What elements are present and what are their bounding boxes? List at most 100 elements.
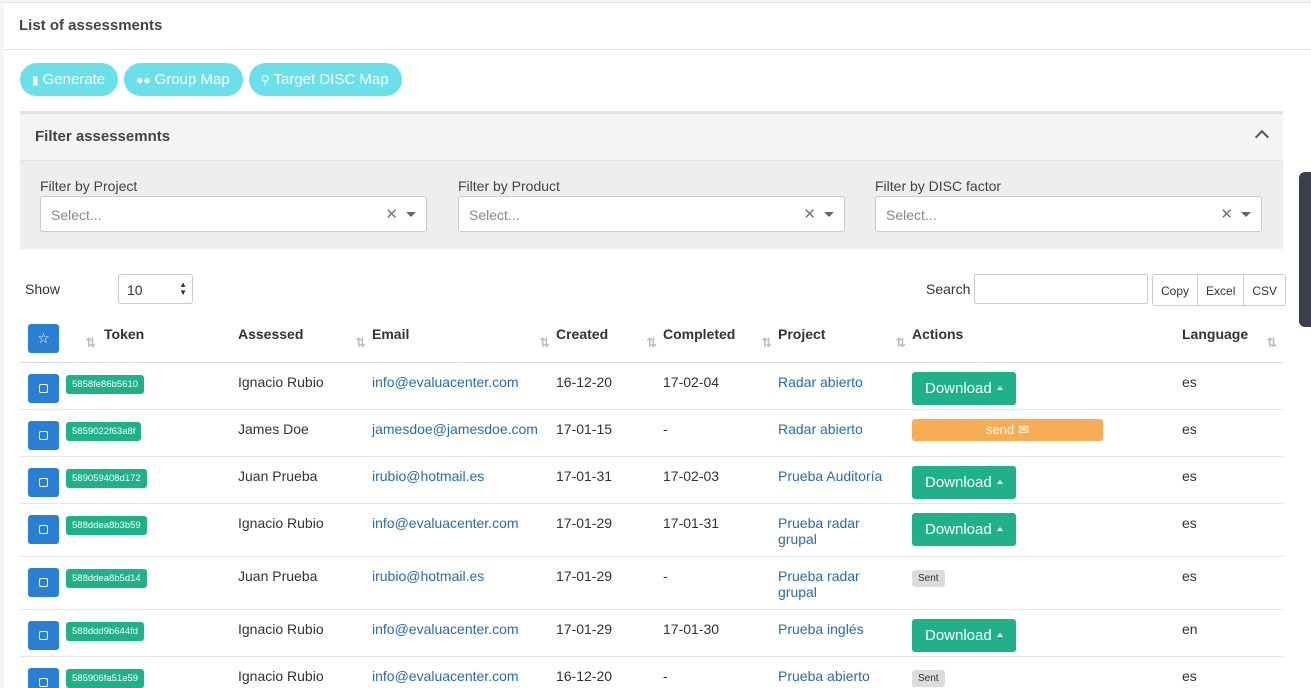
sort-icon: ⇅ [539, 335, 550, 350]
assessed-cell: Ignacio Rubio [238, 656, 372, 688]
token-badge: 588ddd9b644fd [66, 621, 145, 641]
token-badge: 585906fa51e59 [66, 668, 145, 688]
download-button[interactable]: Download [912, 371, 1016, 405]
row-checkbox[interactable] [28, 620, 59, 650]
row-checkbox[interactable] [28, 567, 59, 597]
project-link[interactable]: Radar abierto [778, 421, 863, 437]
completed-cell: 17-02-04 [663, 362, 778, 410]
sort-icon: ⇅ [761, 335, 772, 350]
project-link[interactable]: Radar abierto [778, 374, 863, 390]
email-link[interactable]: irubio@hotmail.es [372, 568, 484, 584]
token-badge: 588ddea8b3b59 [66, 515, 147, 535]
download-button[interactable]: Download [912, 618, 1016, 652]
csv-button[interactable]: CSV [1243, 274, 1287, 306]
column-created[interactable]: Created ⇅ [556, 315, 663, 363]
caret-down-icon[interactable] [1241, 212, 1251, 217]
download-button[interactable]: Download [912, 512, 1016, 546]
assessed-cell: Ignacio Rubio [238, 503, 372, 557]
language-cell: es [1182, 409, 1283, 457]
caret-up-icon [996, 527, 1003, 531]
assessments-table: ☆ ⇅ Token Assessed ⇅ Email ⇅ Created ⇅ Comp… [20, 315, 1283, 688]
language-cell: es [1182, 456, 1283, 504]
caret-up-icon [996, 386, 1003, 390]
language-cell: es [1182, 503, 1283, 557]
search-input[interactable] [974, 274, 1148, 304]
copy-button[interactable]: Copy [1152, 274, 1199, 306]
project-filter: Filter by Project Select... ✕ [40, 178, 427, 232]
column-token[interactable]: Token [104, 315, 238, 363]
row-checkbox[interactable] [28, 667, 59, 688]
column-language[interactable]: Language ⇅ [1182, 315, 1283, 363]
toolbar: ▮ Generate ●● Group Map ⚲ Target DISC Ma… [20, 63, 402, 96]
page-size-select[interactable]: 10 ▲ ▼ [118, 274, 193, 304]
caret-down-icon[interactable] [406, 212, 416, 217]
page-title: List of assessments [4, 3, 1311, 50]
project-link[interactable]: Prueba Auditoría [778, 468, 882, 484]
token-badge: 5859022f63a8f [66, 421, 142, 441]
email-link[interactable]: jamesdoe@jamesdoe.com [372, 421, 538, 437]
email-link[interactable]: info@evaluacenter.com [372, 515, 519, 531]
column-assessed[interactable]: Assessed ⇅ [238, 315, 372, 363]
email-link[interactable]: info@evaluacenter.com [372, 668, 519, 684]
file-icon: ▮ [32, 72, 39, 87]
target-disc-map-button[interactable]: ⚲ Target DISC Map [248, 63, 402, 96]
caret-down-icon[interactable] [824, 212, 834, 217]
filter-header[interactable]: Filter assessemnts [20, 114, 1283, 161]
users-icon: ●● [136, 72, 151, 87]
completed-cell: - [663, 409, 778, 457]
group-map-button[interactable]: ●● Group Map [124, 63, 243, 96]
completed-cell: - [663, 556, 778, 610]
generate-button[interactable]: ▮ Generate [20, 63, 119, 96]
sent-badge: Sent [912, 569, 945, 587]
disc-filter-label: Filter by DISC factor [875, 178, 1002, 194]
column-completed[interactable]: Completed ⇅ [663, 315, 778, 363]
column-project[interactable]: Project ⇅ [778, 315, 912, 363]
row-checkbox[interactable] [28, 420, 59, 450]
download-button[interactable]: Download [912, 465, 1016, 499]
project-filter-label: Filter by Project [40, 178, 138, 194]
show-label: Show [25, 281, 61, 297]
column-email[interactable]: Email ⇅ [372, 315, 556, 363]
clear-icon[interactable]: ✕ [803, 205, 816, 223]
project-link[interactable]: Prueba radar grupal [778, 568, 860, 600]
row-checkbox[interactable] [28, 373, 59, 403]
email-link[interactable]: info@evaluacenter.com [372, 621, 519, 637]
project-link[interactable]: Prueba radar grupal [778, 515, 860, 547]
completed-cell: 17-01-31 [663, 503, 778, 557]
sort-icon: ⇅ [355, 335, 366, 350]
completed-cell: - [663, 656, 778, 688]
table-row: 588ddea8b3b59 Ignacio Rubio info@evaluac… [20, 503, 1283, 557]
envelope-icon: ✉ [1018, 421, 1030, 437]
completed-cell: 17-01-30 [663, 609, 778, 657]
token-badge: 589059408d172 [66, 468, 147, 488]
email-link[interactable]: info@evaluacenter.com [372, 374, 519, 390]
created-cell: 17-01-31 [556, 456, 663, 504]
assessed-cell: Juan Prueba [238, 556, 372, 610]
disc-select[interactable]: Select... ✕ [875, 196, 1262, 232]
assessed-cell: Ignacio Rubio [238, 362, 372, 410]
language-cell: en [1182, 609, 1283, 657]
excel-button[interactable]: Excel [1197, 274, 1245, 306]
sort-icon: ⇅ [646, 335, 657, 350]
project-select[interactable]: Select... ✕ [40, 196, 427, 232]
sort-header[interactable]: ⇅ [66, 315, 104, 363]
created-cell: 16-12-20 [556, 362, 663, 410]
clear-icon[interactable]: ✕ [1220, 205, 1233, 223]
search-label: Search [926, 281, 971, 297]
product-filter: Filter by Product Select... ✕ [458, 178, 845, 232]
email-link[interactable]: irubio@hotmail.es [372, 468, 484, 484]
column-actions: Actions [912, 315, 1182, 363]
project-link[interactable]: Prueba inglés [778, 621, 864, 637]
select-all-button[interactable]: ☆ [28, 324, 59, 353]
send-button[interactable]: send ✉ [912, 418, 1103, 441]
caret-up-icon [996, 633, 1003, 637]
side-panel-tab[interactable] [1299, 172, 1311, 327]
project-link[interactable]: Prueba abierto [778, 668, 870, 684]
row-checkbox[interactable] [28, 514, 59, 544]
chevron-up-icon[interactable] [1254, 129, 1270, 145]
product-select[interactable]: Select... ✕ [458, 196, 845, 232]
row-checkbox[interactable] [28, 467, 59, 497]
sort-icon: ⇅ [85, 335, 96, 350]
clear-icon[interactable]: ✕ [385, 205, 398, 223]
filter-panel: Filter assessemnts Filter by Project Sel… [20, 111, 1283, 249]
